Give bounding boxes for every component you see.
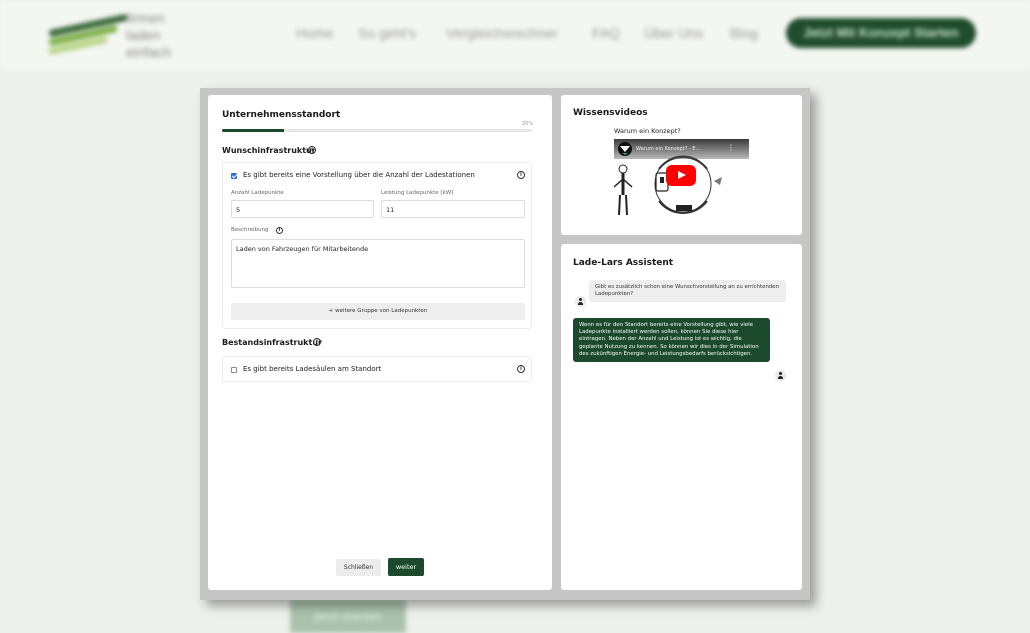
leistung-label: Leistung Ladepunkte [kW] <box>381 190 454 196</box>
video-panel-title: Wissensvideos <box>573 108 648 118</box>
bestand-info-icon[interactable]: i <box>313 338 321 346</box>
close-button[interactable]: Schließen <box>336 559 381 576</box>
site-logo-text: firmen laden einfach <box>126 10 172 60</box>
site-header: firmen laden einfach Home So geht's Verg… <box>0 0 1030 70</box>
form-panel: Unternehmensstandort 20% Wunschinfrastru… <box>208 95 552 590</box>
progress-fill <box>222 129 284 132</box>
wunsch-info-icon[interactable]: i <box>308 146 316 154</box>
progress-bar <box>222 129 532 132</box>
assistant-message-user: Wenn es für den Standort bereits eine Vo… <box>573 318 770 363</box>
bestand-checkbox-info-icon[interactable]: i <box>517 365 525 373</box>
nav-ueber-uns[interactable]: Über Uns <box>644 25 703 41</box>
assistant-avatar-icon <box>575 296 586 307</box>
bestand-section-title: Bestandsinfrastruktur <box>222 338 322 347</box>
ladepunkte-group: Es gibt bereits eine Vorstellung über di… <box>222 162 532 329</box>
video-caption: Warum ein Konzept? <box>614 127 681 135</box>
nav-home[interactable]: Home <box>296 25 333 41</box>
video-title: Warum ein Konzept? - E... <box>636 146 701 152</box>
assistant-message-bot: Gibt es zusätzlich schon eine Wunschvors… <box>589 280 786 303</box>
channel-logo-icon <box>618 142 632 156</box>
next-button[interactable]: weiter <box>388 558 424 576</box>
leistung-ladepunkte-input[interactable]: 11 <box>381 200 525 218</box>
assistant-title: Lade-Lars Assistent <box>573 258 674 268</box>
konzept-modal: Unternehmensstandort 20% Wunschinfrastru… <box>200 88 810 600</box>
anzahl-ladepunkte-input[interactable]: 5 <box>231 200 374 218</box>
anzahl-label: Anzahl Ladepunkte <box>231 190 284 196</box>
video-topbar: Warum ein Konzept? - E... ⋮ <box>614 139 749 159</box>
beschreibung-label: Beschreibung <box>231 227 269 233</box>
bestand-checkbox[interactable] <box>231 367 237 373</box>
site-logo: firmen laden einfach <box>47 8 198 64</box>
nav-blog[interactable]: Blog <box>730 25 758 41</box>
form-title: Unternehmensstandort <box>222 110 341 120</box>
background-start-button[interactable]: Jetzt starten <box>290 600 406 633</box>
assistant-panel: Lade-Lars Assistent Gibt es zusätzlich s… <box>561 244 802 590</box>
wunsch-section-title: Wunschinfrastruktur <box>222 146 316 155</box>
nav-faq[interactable]: FAQ <box>592 25 620 41</box>
nav-vergleichsrechner[interactable]: Vergleichsrechner <box>446 25 558 41</box>
play-icon[interactable] <box>666 165 696 186</box>
wunsch-checkbox-label: Es gibt bereits eine Vorstellung über di… <box>243 171 475 179</box>
wunsch-checkbox[interactable] <box>231 173 237 179</box>
progress-percent: 20% <box>522 121 534 127</box>
more-options-icon[interactable]: ⋮ <box>727 143 735 152</box>
wunsch-checkbox-info-icon[interactable]: i <box>517 171 525 179</box>
beschreibung-textarea[interactable]: Laden von Fahrzeugen für Mitarbeitende <box>231 239 525 288</box>
video-player[interactable]: Warum ein Konzept? - E... ⋮ <box>614 139 749 217</box>
bestand-checkbox-label: Es gibt bereits Ladesäulen am Standort <box>243 365 382 373</box>
cta-button[interactable]: Jetzt Mit Konzept Starten <box>786 18 976 48</box>
user-avatar-icon <box>775 370 786 381</box>
video-panel: Wissensvideos Warum ein Konzept? Warum e… <box>561 95 802 235</box>
nav-so-gehts[interactable]: So geht's <box>358 25 416 41</box>
bestand-group: Es gibt bereits Ladesäulen am Standort i <box>222 356 532 382</box>
beschreibung-info-icon[interactable]: i <box>276 227 283 234</box>
add-group-button[interactable]: + weitere Gruppe von Ladepunkten <box>231 303 525 320</box>
